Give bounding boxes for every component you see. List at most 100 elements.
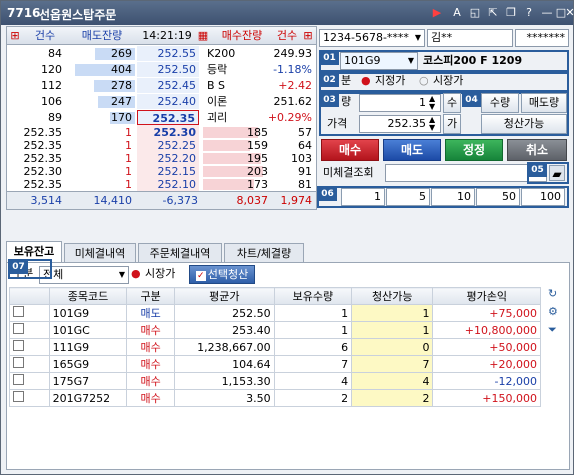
select-liquidate-button[interactable]: ✓ 선택청산 bbox=[189, 265, 255, 284]
avg-price-cell: 3.50 bbox=[173, 389, 275, 407]
liquidatable-cell: 2 bbox=[351, 389, 434, 407]
font-icon[interactable]: A bbox=[449, 5, 465, 21]
expand-down-icon[interactable]: ⏷ bbox=[548, 323, 557, 337]
info-value: 251.62 bbox=[273, 95, 313, 108]
qty-spinner-icon[interactable]: ▲ ▼ bbox=[429, 95, 435, 111]
ask-row: 84 269 252.55 K200 249.93 bbox=[7, 46, 316, 62]
tab-3[interactable]: 차트/체결량 bbox=[224, 243, 304, 263]
badge-02: 02 bbox=[320, 73, 339, 87]
liquidatable-button[interactable]: 청산가능 bbox=[481, 114, 567, 134]
screen-link-icon[interactable]: ◱ bbox=[467, 5, 483, 21]
settings-icon[interactable]: ⚙ bbox=[548, 305, 558, 318]
account-select[interactable]: 1234-5678-**** ▼ bbox=[319, 29, 425, 47]
bid-price[interactable]: 252.10 bbox=[137, 177, 199, 192]
pnl-cell: +50,000 bbox=[432, 338, 541, 356]
badge-06: 06 bbox=[318, 187, 337, 201]
liquidatable-cell: 1 bbox=[351, 321, 434, 339]
ask-price[interactable]: 252.35 bbox=[137, 110, 199, 125]
table-row[interactable]: 111G9 매수 1,238,667.00 6 0 +50,000 bbox=[9, 338, 541, 356]
quick-qty-button[interactable]: 10 bbox=[431, 188, 475, 206]
tab-2[interactable]: 주문체결내역 bbox=[138, 243, 222, 263]
ask-price[interactable]: 252.45 bbox=[137, 78, 199, 93]
row-checkbox-cell bbox=[9, 372, 50, 390]
ask-row: 120 404 252.50 등락 -1.18% bbox=[7, 62, 316, 78]
qty-label: 량 bbox=[341, 95, 352, 108]
folder-icon[interactable]: ▰ bbox=[549, 165, 565, 181]
ask-remain: 247 bbox=[111, 95, 132, 108]
table-select-section bbox=[8, 259, 52, 279]
holdings-market-radio[interactable]: ● bbox=[131, 265, 141, 283]
row-checkbox-cell bbox=[9, 355, 50, 373]
row-checkbox-cell bbox=[9, 338, 50, 356]
total-diff: -6,373 bbox=[162, 194, 198, 207]
bid-remain-header: 매수잔량 bbox=[221, 29, 263, 42]
market-radio[interactable]: ○ bbox=[419, 72, 429, 90]
quick-qty-button[interactable]: 50 bbox=[476, 188, 520, 206]
table-row[interactable]: 201G7252 매수 3.50 2 2 +150,000 bbox=[9, 389, 541, 407]
title-bar: 7716 선옵원스탑주문 ▶ A ◱ ⇱ ❐ ? — □ ✕ bbox=[1, 1, 574, 25]
liquidatable-cell: 4 bbox=[351, 372, 434, 390]
buy-button[interactable]: 매수 bbox=[321, 139, 379, 161]
liquidatable-cell: 0 bbox=[351, 338, 434, 356]
code-cell: 101GC bbox=[48, 321, 128, 339]
filter-select[interactable]: 전체 ▼ bbox=[39, 266, 129, 284]
modify-button[interactable]: 정정 bbox=[445, 139, 503, 161]
help-icon[interactable]: ? bbox=[521, 5, 537, 21]
table-header: 종목코드 구분 평균가 보유수량 청산가능 평가손익 bbox=[9, 287, 541, 305]
avg-price-cell: 104.64 bbox=[173, 355, 275, 373]
ask-price[interactable]: 252.40 bbox=[137, 94, 199, 109]
expand-left-icon[interactable]: ⊞ bbox=[7, 27, 23, 45]
code-value: 101G9 bbox=[344, 54, 381, 67]
table-row[interactable]: 175G7 매수 1,153.30 4 4 -12,000 bbox=[9, 372, 541, 390]
qty-unit-button[interactable]: 수 bbox=[443, 93, 461, 113]
refresh-icon[interactable]: ▦ bbox=[197, 27, 209, 45]
row-checkbox[interactable] bbox=[13, 306, 24, 317]
password-field[interactable]: ******* bbox=[515, 29, 569, 47]
ask-remain: 269 bbox=[111, 47, 132, 60]
close-icon[interactable]: ✕ bbox=[565, 5, 574, 21]
ask-price[interactable]: 252.55 bbox=[137, 46, 199, 61]
max-qty-button[interactable]: 수량 bbox=[481, 93, 519, 113]
quick-qty-button[interactable]: 5 bbox=[386, 188, 430, 206]
refresh-icon[interactable]: ↻ bbox=[548, 287, 557, 300]
column-header: 평균가 bbox=[173, 287, 275, 305]
quick-qty-button[interactable]: 100 bbox=[521, 188, 565, 206]
dropdown-icon: ▼ bbox=[407, 56, 414, 65]
code-select[interactable]: 101G9 ▼ bbox=[340, 52, 418, 70]
code-cell: 165G9 bbox=[48, 355, 128, 373]
badge-05: 05 bbox=[528, 163, 547, 177]
limit-radio[interactable]: ● bbox=[361, 72, 371, 90]
row-checkbox[interactable] bbox=[13, 374, 24, 385]
ask-price[interactable]: 252.50 bbox=[137, 62, 199, 77]
cancel-button[interactable]: 취소 bbox=[507, 139, 567, 161]
price-unit-button[interactable]: 가 bbox=[443, 114, 461, 134]
quick-qty-button[interactable]: 1 bbox=[341, 188, 385, 206]
qty-cell: 6 bbox=[273, 338, 353, 356]
badge-04: 04 bbox=[462, 93, 481, 107]
bid-count: 81 bbox=[298, 178, 312, 191]
column-header: 보유수량 bbox=[273, 287, 353, 305]
ask-qty-button[interactable]: 매도량 bbox=[521, 93, 567, 113]
total-bid-count: 1,974 bbox=[280, 194, 313, 207]
tab-1[interactable]: 미체결내역 bbox=[64, 243, 136, 263]
table-row[interactable]: 101G9 매도 252.50 1 1 +75,000 bbox=[9, 304, 541, 322]
ask-count: 89 bbox=[48, 111, 62, 124]
play-icon[interactable]: ▶ bbox=[429, 5, 445, 21]
copy-icon[interactable]: ❐ bbox=[503, 5, 519, 21]
table-row[interactable]: 165G9 매수 104.64 7 7 +20,000 bbox=[9, 355, 541, 373]
popout-icon[interactable]: ⇱ bbox=[485, 5, 501, 21]
price-spinner-icon[interactable]: ▲ ▼ bbox=[429, 116, 435, 132]
fill-price: 252.35 bbox=[23, 178, 63, 191]
order-window: 7716 선옵원스탑주문 ▶ A ◱ ⇱ ❐ ? — □ ✕ ⊞ 건수 매도잔량… bbox=[0, 0, 574, 475]
unfilled-field[interactable] bbox=[385, 164, 547, 182]
total-bid-remain: 8,037 bbox=[236, 194, 269, 207]
row-checkbox[interactable] bbox=[13, 391, 24, 402]
row-checkbox[interactable] bbox=[13, 323, 24, 334]
ask-count: 106 bbox=[41, 95, 62, 108]
expand-right-icon[interactable]: ⊞ bbox=[301, 27, 315, 45]
row-checkbox[interactable] bbox=[13, 357, 24, 368]
table-row[interactable]: 101GC 매수 253.40 1 1 +10,800,000 bbox=[9, 321, 541, 339]
row-checkbox[interactable] bbox=[13, 340, 24, 351]
sell-button[interactable]: 매도 bbox=[383, 139, 441, 161]
bid-count-header: 건수 bbox=[276, 29, 298, 42]
